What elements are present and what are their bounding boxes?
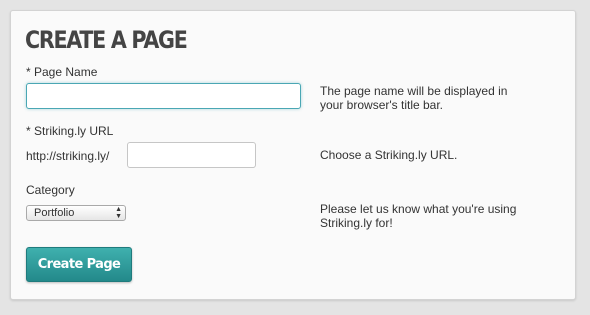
create-page-card: CREATE A PAGE * Page Name The page name … — [10, 10, 576, 300]
category-selected-value: Portfolio — [34, 207, 75, 219]
url-help: Choose a Striking.ly URL. — [320, 148, 458, 162]
page-name-label: * Page Name — [26, 65, 98, 79]
category-help: Please let us know what you're using Str… — [320, 202, 517, 230]
create-page-button[interactable]: Create Page — [26, 247, 132, 282]
url-prefix: http://striking.ly/ — [26, 149, 110, 163]
category-select[interactable]: Portfolio ▲ ▼ — [26, 205, 126, 221]
url-label: * Striking.ly URL — [26, 124, 114, 138]
page-name-input[interactable] — [26, 83, 301, 109]
page-title: CREATE A PAGE — [25, 26, 188, 54]
select-arrows-icon: ▲ ▼ — [115, 206, 122, 220]
page-name-help: The page name will be displayed in your … — [320, 84, 508, 112]
category-label: Category — [26, 183, 75, 197]
url-input[interactable] — [127, 142, 256, 168]
